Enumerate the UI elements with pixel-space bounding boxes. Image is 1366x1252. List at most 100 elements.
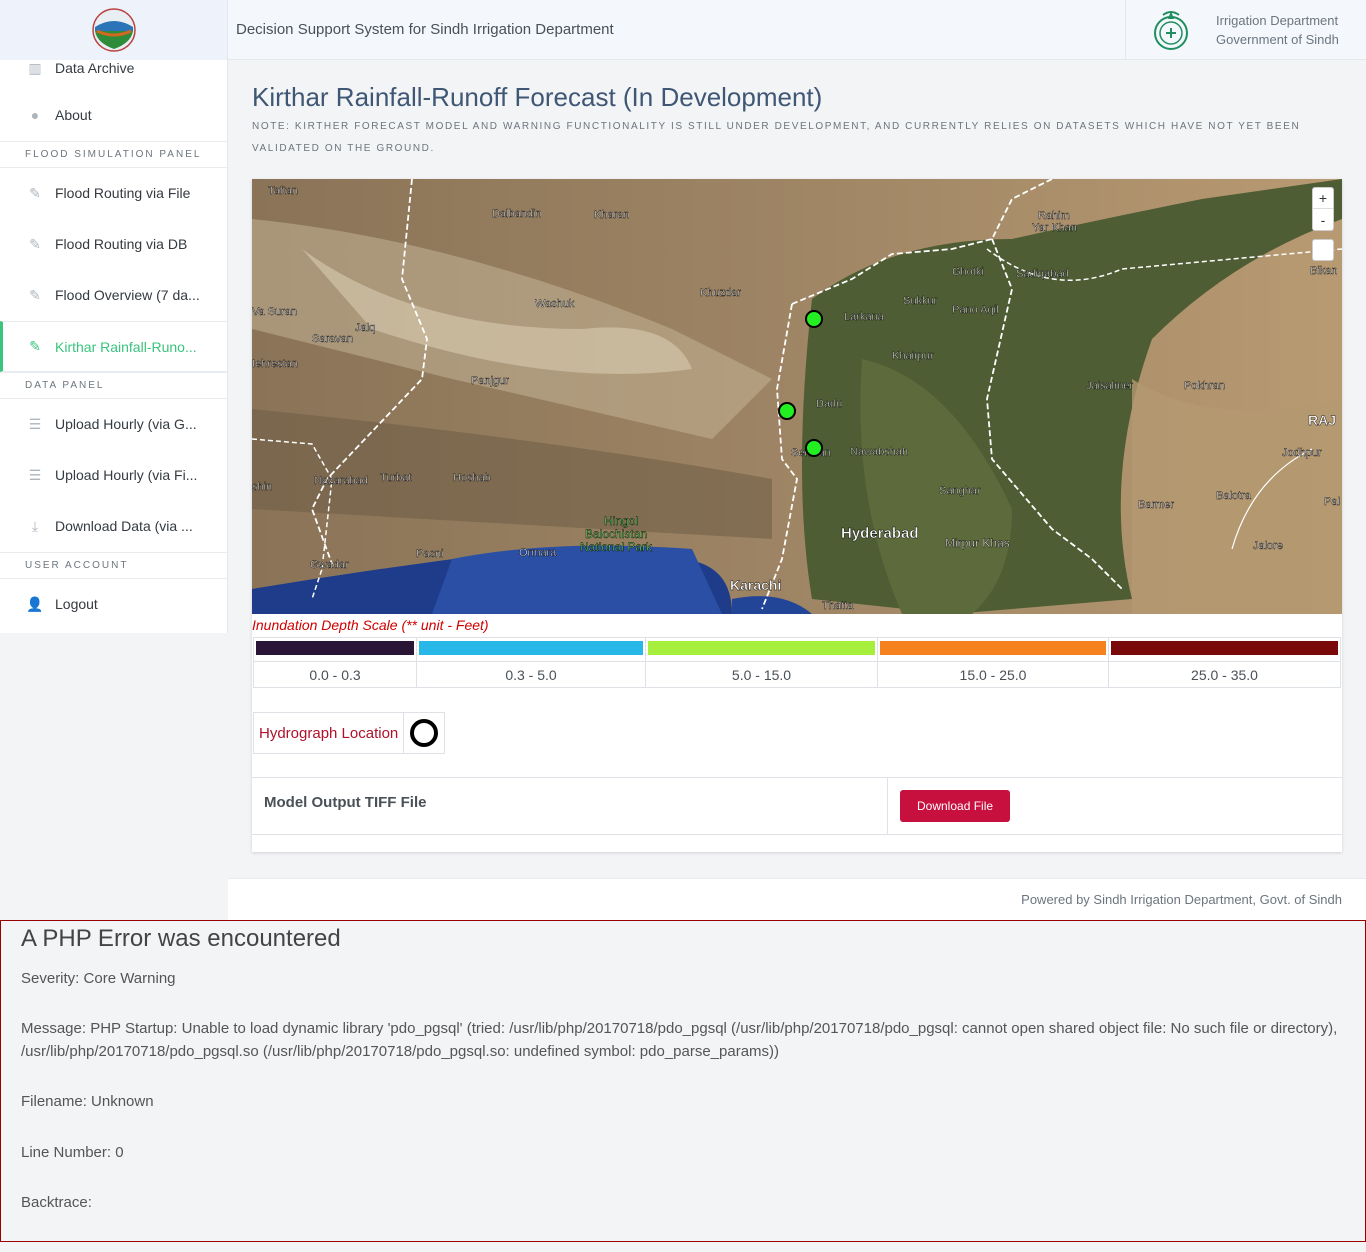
- map-label: Barmer: [1138, 499, 1174, 511]
- sidebar-item-data-archive[interactable]: ▥ Data Archive: [0, 60, 227, 90]
- scale-swatch: [880, 641, 1106, 655]
- sidebar-item-label: Flood Overview (7 da...: [55, 287, 200, 303]
- map-label: Pal: [1324, 496, 1340, 508]
- map-label: Jalore: [1253, 540, 1283, 552]
- list-icon: ☰: [28, 415, 42, 432]
- sidebar-item-label: Flood Routing via File: [55, 185, 191, 201]
- map-canvas[interactable]: Taftan Dalbandin Kharan Rahim Yar Khan K…: [252, 179, 1342, 614]
- top-bar: Decision Support System for Sindh Irriga…: [0, 0, 1366, 60]
- scale-label: 15.0 - 25.0: [878, 661, 1108, 687]
- gov-name: Government of Sindh: [1216, 31, 1339, 47]
- map-label: Sukkur: [903, 295, 938, 307]
- download-file-button[interactable]: Download File: [900, 790, 1011, 822]
- error-line-number: Line Number: 0: [21, 1144, 124, 1161]
- map-label: Nazarabad: [314, 475, 368, 487]
- pencil-icon: ✎: [29, 286, 41, 303]
- sidebar-item-logout[interactable]: 👤 Logout: [0, 579, 227, 630]
- pencil-icon: ✎: [29, 235, 41, 252]
- sidebar-item-label: Kirthar Rainfall-Runo...: [55, 338, 197, 355]
- satellite-map[interactable]: Taftan Dalbandin Kharan Rahim Yar Khan K…: [252, 179, 1342, 614]
- sidebar-item-about[interactable]: ● About: [0, 90, 227, 141]
- sidebar-item-label: About: [55, 107, 92, 123]
- sidebar-item-label: Logout: [55, 596, 98, 612]
- app-logo[interactable]: [0, 0, 228, 60]
- pencil-icon: ✎: [29, 338, 41, 354]
- map-label: RAJ: [1308, 412, 1336, 428]
- info-icon: ●: [30, 107, 40, 123]
- model-output-label: Model Output TIFF File: [252, 778, 888, 834]
- app-title: Decision Support System for Sindh Irriga…: [228, 0, 1125, 59]
- footer: Powered by Sindh Irrigation Department, …: [228, 878, 1366, 920]
- error-filename: Filename: Unknown: [21, 1093, 154, 1110]
- hydrograph-marker[interactable]: [778, 402, 796, 420]
- map-label: Nawabshah: [850, 446, 908, 458]
- map-label: Balochistan: [585, 527, 647, 541]
- map-label: Sanghar: [939, 485, 981, 497]
- map-label: Mirpur Khas: [945, 536, 1010, 550]
- map-label: Hoshab: [453, 472, 491, 484]
- sidebar-item-label: Download Data (via ...: [55, 518, 193, 534]
- section-heading: USER ACCOUNT: [0, 552, 227, 579]
- zoom-out-button[interactable]: -: [1313, 209, 1333, 230]
- scale-label: 0.0 - 0.3: [254, 661, 416, 687]
- section-heading: DATA PANEL: [0, 372, 227, 399]
- map-label: Saravan: [312, 333, 353, 345]
- forecast-card: Taftan Dalbandin Kharan Rahim Yar Khan K…: [252, 179, 1342, 852]
- error-severity: Severity: Core Warning: [21, 970, 176, 987]
- php-error-box: A PHP Error was encountered Severity: Co…: [0, 920, 1366, 1242]
- map-label: Iehrestan: [252, 358, 298, 370]
- error-heading: A PHP Error was encountered: [21, 925, 341, 952]
- map-label: Pasni: [416, 548, 444, 560]
- error-message: Message: PHP Startup: Unable to load dyn…: [21, 1020, 1338, 1060]
- hydrograph-label: Hydrograph Location: [254, 713, 405, 753]
- archive-icon: ▥: [28, 59, 42, 76]
- depth-scale: 0.0 - 0.3 0.3 - 5.0 5.0 - 15.0 15.0 - 25…: [253, 637, 1341, 688]
- map-label: Jaisalmer: [1086, 380, 1133, 392]
- map-label: Yar Khan: [1032, 222, 1077, 234]
- list-icon: ☰: [28, 466, 42, 483]
- map-label: Bikan: [1310, 265, 1338, 277]
- map-label: Dadu: [816, 398, 842, 410]
- map-label: Ormara: [519, 547, 557, 559]
- sidebar-item-flood-overview[interactable]: ✎ Flood Overview (7 da...: [0, 270, 227, 321]
- page-note: NOTE: KIRTHER FORECAST MODEL AND WARNING…: [252, 121, 1301, 154]
- map-label: Rahim: [1038, 210, 1070, 222]
- map-label: Sadiqabad: [1016, 268, 1069, 280]
- map-label: Larkana: [844, 311, 885, 323]
- sidebar-item-label: Upload Hourly (via G...: [55, 416, 197, 432]
- model-output-row: Model Output TIFF File Download File: [252, 777, 1342, 835]
- scale-item: 25.0 - 35.0: [1109, 638, 1340, 687]
- hydrograph-legend: Hydrograph Location: [253, 712, 446, 754]
- hydrograph-marker[interactable]: [805, 439, 823, 457]
- sidebar-item-label: Upload Hourly (via Fi...: [55, 467, 198, 483]
- layer-toggle-button[interactable]: [1312, 239, 1334, 261]
- scale-item: 5.0 - 15.0: [646, 638, 878, 687]
- sidebar-item-upload-hourly-file[interactable]: ☰ Upload Hourly (via Fi...: [0, 450, 227, 501]
- zoom-control: + -: [1312, 187, 1334, 231]
- sidebar-item-kirthar[interactable]: ✎ Kirthar Rainfall-Runo...: [0, 321, 227, 372]
- error-backtrace: Backtrace:: [21, 1194, 92, 1211]
- map-label: Kharan: [594, 209, 629, 221]
- map-label: Hyderabad: [841, 525, 919, 542]
- map-label: Karachi: [730, 577, 781, 593]
- zoom-in-button[interactable]: +: [1313, 188, 1333, 209]
- scale-title: Inundation Depth Scale (** unit - Feet): [252, 617, 489, 633]
- map-label: Pokhran: [1184, 380, 1225, 392]
- map-label: National Park: [580, 540, 653, 554]
- map-label: Khuzdar: [700, 287, 741, 299]
- map-label: Jalq: [355, 322, 375, 334]
- map-label: shin: [252, 481, 272, 493]
- sindh-seal-icon: [1126, 7, 1216, 53]
- sidebar-item-download-data[interactable]: ⤓ Download Data (via ...: [0, 501, 227, 552]
- map-label: Jodhpur: [1282, 447, 1322, 459]
- sidebar-item-flood-routing-db[interactable]: ✎ Flood Routing via DB: [0, 219, 227, 270]
- map-label: Ghotki: [952, 266, 984, 278]
- scale-item: 0.0 - 0.3: [254, 638, 417, 687]
- hydrograph-marker[interactable]: [805, 310, 823, 328]
- page: Decision Support System for Sindh Irriga…: [0, 0, 1366, 1252]
- scale-item: 15.0 - 25.0: [878, 638, 1109, 687]
- sidebar-item-upload-hourly-g[interactable]: ☰ Upload Hourly (via G...: [0, 399, 227, 450]
- section-heading: FLOOD SIMULATION PANEL: [0, 141, 227, 168]
- dept-name: Irrigation Department: [1216, 12, 1339, 28]
- sidebar-item-flood-routing-file[interactable]: ✎ Flood Routing via File: [0, 168, 227, 219]
